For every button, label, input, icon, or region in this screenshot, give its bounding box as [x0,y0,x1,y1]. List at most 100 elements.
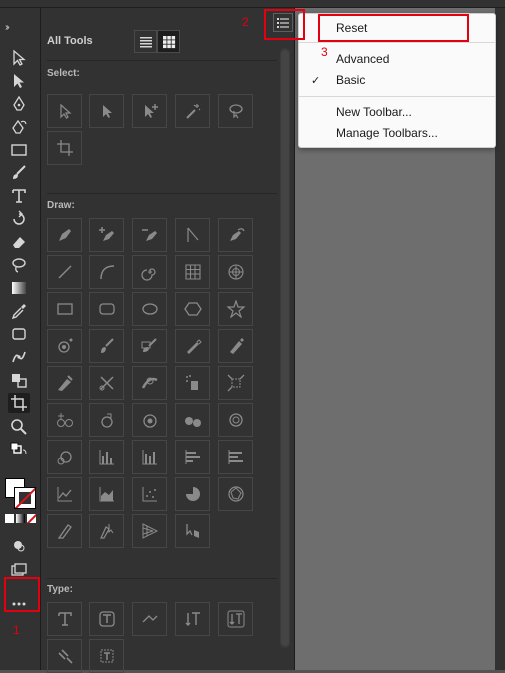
grid-view-button[interactable] [157,30,180,53]
spiral-tool-cell[interactable] [132,255,167,289]
draw-mode-icon[interactable] [8,536,30,556]
gradient-button[interactable] [16,514,25,523]
eyedropper-tool-icon[interactable] [8,301,30,321]
pen-tool-icon[interactable] [8,94,30,114]
perspective-selection-alt-tool-cell[interactable] [175,514,210,548]
artboard-icon [56,140,73,156]
slice-tool-cell[interactable] [47,514,82,548]
area-graph-tool-cell[interactable] [89,477,124,511]
lasso-tool-icon[interactable] [8,255,30,275]
menu-item-advanced[interactable]: Advanced [336,52,389,66]
artboard-tool-cell[interactable] [47,131,82,165]
column-graph-tool-cell[interactable] [89,440,124,474]
panel-scrollbar-thumb[interactable] [281,50,289,646]
perspective-grid-tool-cell[interactable] [47,403,82,437]
touch-type-tool-cell[interactable] [47,639,82,673]
selection-tool-cell[interactable] [47,94,82,128]
pencil-tool-cell[interactable] [218,329,253,363]
ellipse-tool-cell[interactable] [132,292,167,326]
type-on-path-tool-cell[interactable] [132,602,167,636]
curvature-tool-icon[interactable] [8,117,30,137]
stroke-swatch[interactable] [14,487,36,509]
color-button[interactable] [5,514,14,523]
type-tool-icon[interactable] [8,186,30,206]
area-type-tool-cell[interactable] [89,602,124,636]
pie-graph-tool-cell[interactable] [175,477,210,511]
stacked-bar-graph-icon [228,450,243,464]
none-button[interactable] [27,514,36,523]
shape-builder-tool-icon[interactable] [8,370,30,390]
pen-tool-cell[interactable] [47,218,82,252]
direct-selection-tool-cell[interactable] [89,94,124,128]
lasso-tool-cell[interactable] [218,94,253,128]
list-view-button[interactable] [134,30,157,53]
stacked-bar-graph-tool-cell[interactable] [218,440,253,474]
panel-scrollbar[interactable] [280,48,290,648]
delete-anchor-point-tool-cell[interactable] [132,218,167,252]
annotation-box-3 [318,14,469,42]
rectangular-grid-tool-cell[interactable] [175,255,210,289]
vertical-area-type-tool-cell[interactable] [218,602,253,636]
magic-wand-tool-cell[interactable] [175,94,210,128]
type-tool-cell[interactable] [47,602,82,636]
smooth-tool-cell[interactable] [47,366,82,400]
swap-fill-stroke-icon[interactable] [8,440,30,460]
scissors-icon [99,376,114,391]
polar-grid-tool-cell[interactable] [218,255,253,289]
shape-tool-icon[interactable] [8,324,30,344]
group-selection-tool-cell[interactable] [132,94,167,128]
slice-selection-tool-cell[interactable] [89,514,124,548]
live-paint-icon [228,413,243,427]
gradient-tool-icon[interactable] [8,278,30,298]
divider [47,193,277,194]
symbol-sprayer-tool-cell[interactable] [175,366,210,400]
puppet-warp-tool-icon[interactable] [8,347,30,367]
width-tool-cell[interactable] [132,366,167,400]
artboard-tool-icon[interactable] [8,393,30,413]
vertical-type-icon [185,612,200,626]
anchor-point-tool-cell[interactable] [175,218,210,252]
perspective-grid-alt-tool-cell[interactable] [132,514,167,548]
blob-brush-tool-cell[interactable] [132,329,167,363]
paintbrush-tool-cell[interactable] [89,329,124,363]
zoom-tool-icon[interactable] [8,417,30,437]
line-graph-tool-cell[interactable] [47,477,82,511]
blend-tool-cell[interactable] [175,403,210,437]
vertical-type-tool-cell[interactable] [175,602,210,636]
perspective-selection-tool-cell[interactable] [89,403,124,437]
line-segment-tool-cell[interactable] [47,255,82,289]
eraser-tool-icon[interactable] [8,232,30,252]
anchor-point-icon [186,227,198,242]
stacked-column-graph-tool-cell[interactable] [132,440,167,474]
live-paint-tool-cell[interactable] [218,403,253,437]
radar-graph-tool-cell[interactable] [218,477,253,511]
mesh-tool-cell[interactable] [132,403,167,437]
paintbrush-tool-icon[interactable] [8,163,30,183]
rectangle-tool-icon[interactable] [8,140,30,160]
polygon-tool-cell[interactable] [175,292,210,326]
fill-stroke-swatch[interactable] [5,478,37,510]
bar-graph-tool-cell[interactable] [175,440,210,474]
menu-item-manage-toolbars[interactable]: Manage Toolbars... [336,126,438,140]
flare-tool-cell[interactable] [47,329,82,363]
vertical-type-on-path-tool-cell[interactable] [89,639,124,673]
curvature-tool-cell[interactable] [218,218,253,252]
rotate-tool-icon[interactable] [8,209,30,229]
free-transform-tool-cell[interactable] [218,366,253,400]
scissors-tool-cell[interactable] [89,366,124,400]
rectangle-tool-cell[interactable] [47,292,82,326]
arc-tool-cell[interactable] [89,255,124,289]
add-anchor-point-tool-cell[interactable] [89,218,124,252]
collapse-toolbar-button[interactable]: ›› [5,22,9,33]
smooth-icon [57,375,73,391]
direct-selection-tool-icon[interactable] [8,71,30,91]
live-paint-selection-tool-cell[interactable] [47,440,82,474]
scatter-graph-tool-cell[interactable] [132,477,167,511]
selection-tool-icon[interactable] [8,48,30,68]
shaper-tool-cell[interactable] [175,329,210,363]
menu-item-basic[interactable]: Basic [336,73,365,87]
star-tool-cell[interactable] [218,292,253,326]
rounded-rectangle-tool-cell[interactable] [89,292,124,326]
touch-type-icon [57,649,73,664]
menu-item-new-toolbar[interactable]: New Toolbar... [336,105,412,119]
